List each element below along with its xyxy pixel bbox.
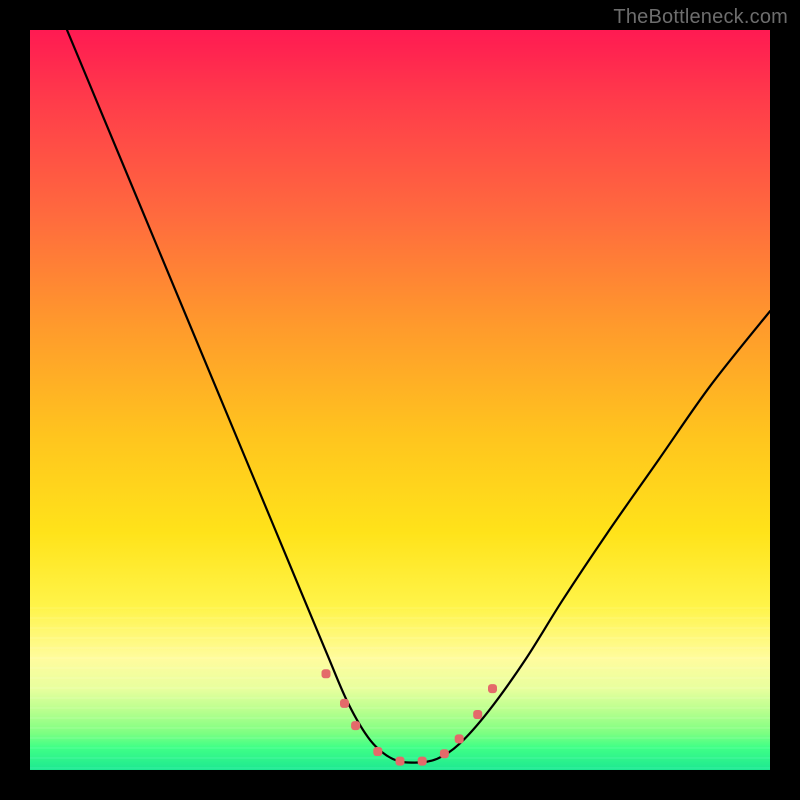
marker-point xyxy=(473,710,482,719)
marker-point xyxy=(418,757,427,766)
chart-frame: TheBottleneck.com xyxy=(0,0,800,800)
marker-point xyxy=(322,669,331,678)
highlight-markers xyxy=(322,669,498,765)
marker-point xyxy=(351,721,360,730)
chart-svg xyxy=(30,30,770,770)
watermark-text: TheBottleneck.com xyxy=(613,6,788,29)
marker-point xyxy=(396,757,405,766)
marker-point xyxy=(440,749,449,758)
marker-point xyxy=(455,734,464,743)
bottleneck-curve xyxy=(67,30,770,763)
marker-point xyxy=(340,699,349,708)
marker-point xyxy=(373,747,382,756)
chart-plot-area xyxy=(30,30,770,770)
marker-point xyxy=(488,684,497,693)
